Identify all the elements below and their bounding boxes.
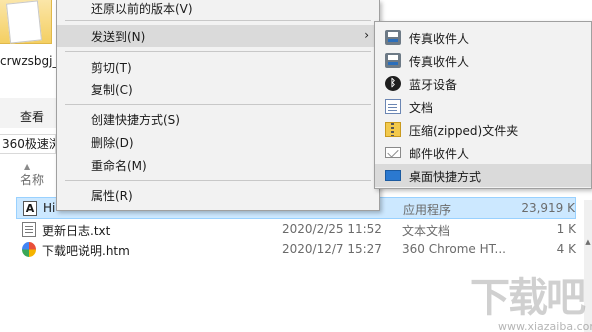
fax-icon — [385, 30, 401, 45]
column-header-name[interactable]: 名称 — [20, 171, 44, 188]
chevron-right-icon: › — [364, 28, 369, 42]
file-date: 2020/2/25 11:52 — [282, 222, 382, 236]
chrome-html-icon — [22, 242, 36, 257]
menu-item-rename[interactable]: 重命名(M) — [57, 154, 379, 176]
menu-separator — [65, 20, 371, 21]
text-file-icon — [22, 222, 36, 237]
file-row[interactable]: 下载吧说明.htm 2020/12/7 15:27 360 Chrome HT.… — [16, 239, 576, 261]
menu-item-properties[interactable]: 属性(R) — [57, 184, 379, 206]
mail-icon — [385, 147, 401, 158]
menu-item-label: 剪切(T) — [91, 61, 132, 75]
menu-item-send-to[interactable]: 发送到(N) › — [57, 25, 379, 47]
address-bar[interactable]: 360极速浏览 — [0, 134, 56, 154]
menu-item-copy[interactable]: 复制(C) — [57, 78, 379, 100]
file-type: 文本文档 — [402, 224, 451, 238]
file-type: 应用程序 — [403, 203, 452, 217]
tab-view[interactable]: 查看 — [20, 108, 44, 125]
send-to-item-mail-recipient[interactable]: 邮件收件人 — [375, 141, 591, 164]
watermark-logo: 下载吧 — [470, 275, 586, 321]
menu-item-cut[interactable]: 剪切(T) — [57, 56, 379, 78]
context-menu: 还原以前的版本(V) 发送到(N) › 剪切(T) 复制(C) 创建快捷方式(S… — [56, 0, 380, 211]
send-to-item-label: 传真收件人 — [409, 55, 470, 69]
menu-item-label: 创建快捷方式(S) — [91, 113, 180, 127]
file-name: 更新日志.txt — [42, 224, 111, 238]
menu-item-label: 还原以前的版本(V) — [91, 2, 193, 16]
menu-item-delete[interactable]: 删除(D) — [57, 131, 379, 153]
menu-item-label: 属性(R) — [91, 189, 133, 203]
file-name: 下载吧说明.htm — [42, 244, 130, 258]
desktop-icon — [385, 170, 401, 181]
file-size: 4 K — [556, 242, 576, 256]
send-to-item-zip-folder[interactable]: 压缩(zipped)文件夹 — [375, 118, 591, 141]
send-to-item-fax-recipient[interactable]: 传真收件人 — [375, 49, 591, 72]
send-to-item-documents[interactable]: 文档 — [375, 95, 591, 118]
scroll-up-arrow-icon[interactable]: ▲ — [584, 238, 592, 246]
menu-item-label: 重命名(M) — [91, 159, 147, 173]
file-size: 1 K — [556, 222, 576, 236]
watermark-url: www.xiazaiba.com — [498, 320, 592, 332]
fax-icon — [385, 53, 401, 68]
send-to-item-label: 桌面快捷方式 — [409, 170, 482, 184]
folder-thumbnail[interactable] — [0, 0, 52, 44]
file-type: 360 Chrome HT... — [402, 242, 506, 256]
send-to-item-label: 文档 — [409, 101, 434, 115]
menu-item-restore-previous-versions[interactable]: 还原以前的版本(V) — [57, 0, 379, 19]
file-name: Hi — [43, 201, 56, 215]
menu-item-label: 发送到(N) — [91, 30, 146, 44]
bluetooth-icon: ᛒ — [385, 76, 401, 91]
menu-item-create-shortcut[interactable]: 创建快捷方式(S) — [57, 108, 379, 130]
file-size: 23,919 K — [521, 201, 575, 215]
menu-item-label: 删除(D) — [91, 136, 134, 150]
menu-item-label: 复制(C) — [91, 83, 133, 97]
send-to-item-label: 压缩(zipped)文件夹 — [409, 124, 519, 138]
send-to-item-desktop-shortcut[interactable]: 桌面快捷方式 — [375, 164, 591, 187]
send-to-submenu: 传真收件人 传真收件人 ᛒ 蓝牙设备 文档 压缩(zipped)文件夹 邮件收件… — [374, 21, 592, 189]
document-icon — [385, 99, 401, 114]
send-to-item-label: 邮件收件人 — [409, 147, 470, 161]
menu-separator — [65, 180, 371, 181]
file-row[interactable]: 更新日志.txt 2020/2/25 11:52 文本文档 1 K — [16, 219, 576, 241]
send-to-item-bluetooth[interactable]: ᛒ 蓝牙设备 — [375, 72, 591, 95]
zip-folder-icon — [385, 122, 401, 137]
file-date: 2020/12/7 15:27 — [282, 242, 382, 256]
menu-separator — [65, 104, 371, 105]
send-to-item-fax-recipient[interactable]: 传真收件人 — [375, 26, 591, 49]
menu-separator — [65, 51, 371, 52]
send-to-item-label: 传真收件人 — [409, 32, 470, 46]
sort-up-icon: ▲ — [24, 162, 31, 171]
send-to-item-label: 蓝牙设备 — [409, 78, 458, 92]
folder-name-label[interactable]: crwzsbgj_ — [0, 54, 58, 68]
app-icon: A — [23, 201, 37, 216]
